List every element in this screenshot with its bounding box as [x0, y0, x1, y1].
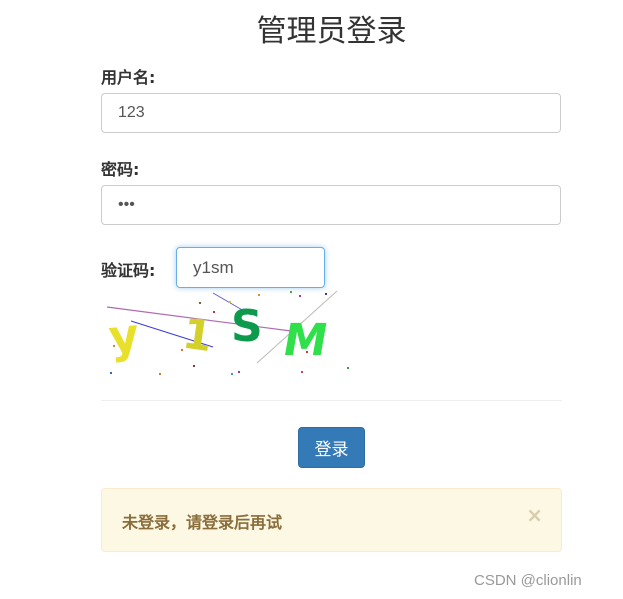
warning-alert: 未登录，请登录后再试 × — [101, 488, 562, 552]
login-button[interactable]: 登录 — [298, 427, 365, 468]
watermark: CSDN @clionlin — [474, 572, 582, 589]
password-input[interactable] — [101, 185, 561, 225]
form-divider — [101, 400, 562, 401]
captcha-char-2: 1 — [180, 309, 216, 362]
alert-message: 未登录，请登录后再试 — [122, 513, 283, 532]
captcha-input[interactable] — [176, 247, 325, 288]
captcha-label: 验证码: — [101, 261, 156, 280]
username-label: 用户名: — [101, 68, 156, 87]
captcha-char-1: y — [106, 307, 141, 364]
username-input[interactable] — [101, 93, 561, 133]
close-icon[interactable]: × — [526, 505, 543, 525]
password-label: 密码: — [101, 160, 140, 179]
page-title: 管理员登录 — [256, 14, 407, 49]
captcha-image[interactable]: y 1 S M — [101, 287, 361, 377]
captcha-char-3: S — [231, 301, 263, 352]
captcha-char-4: M — [279, 315, 332, 366]
